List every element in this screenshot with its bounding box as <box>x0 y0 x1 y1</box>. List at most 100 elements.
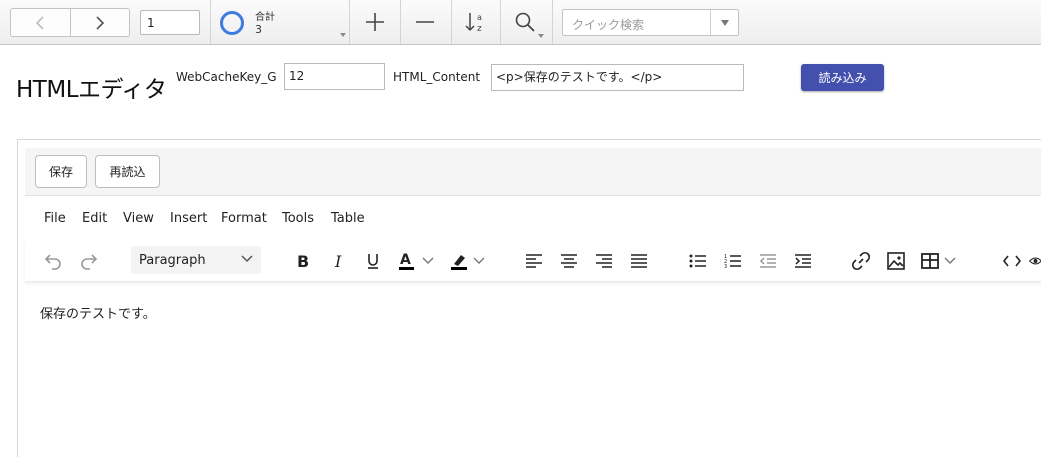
increase-indent-button[interactable] <box>790 248 816 274</box>
reload-button[interactable]: 再読込 <box>95 155 160 188</box>
menu-format[interactable]: Format <box>221 211 267 226</box>
underline-button[interactable] <box>360 248 386 274</box>
preview-button[interactable] <box>1029 248 1041 274</box>
record-number-input[interactable] <box>140 10 200 35</box>
eye-icon <box>1029 257 1041 265</box>
next-record-button[interactable] <box>69 9 130 36</box>
menu-insert[interactable]: Insert <box>170 211 207 226</box>
text-color-icon: A <box>399 252 414 270</box>
undo-icon <box>44 254 61 270</box>
new-record-button[interactable] <box>352 4 398 40</box>
menu-table[interactable]: Table <box>331 211 365 226</box>
svg-text:I: I <box>334 252 342 270</box>
undo-button[interactable] <box>40 248 66 274</box>
toolbar-divider <box>552 0 553 44</box>
menu-tools[interactable]: Tools <box>282 211 314 226</box>
menu-file[interactable]: File <box>44 211 66 226</box>
webcachekey-label: WebCacheKey_G <box>176 70 277 84</box>
quick-search-placeholder: クイック検索 <box>572 18 645 32</box>
highlight-color-dropdown[interactable] <box>472 248 486 274</box>
toolbar-divider <box>210 0 211 44</box>
chevron-right-icon <box>96 15 104 30</box>
italic-button[interactable]: I <box>326 248 352 274</box>
underline-icon <box>368 254 378 269</box>
webcachekey-field[interactable]: 12 <box>284 63 385 90</box>
source-code-button[interactable] <box>999 248 1025 274</box>
record-progress-ring-icon <box>220 11 244 35</box>
caret-down-icon <box>340 33 346 37</box>
highlight-color-button[interactable] <box>446 248 472 274</box>
toolbar-divider <box>451 0 452 44</box>
bold-button[interactable]: B <box>290 248 316 274</box>
align-left-icon <box>526 254 542 268</box>
plus-icon <box>366 13 384 31</box>
align-center-icon <box>561 254 577 268</box>
svg-text:3: 3 <box>724 264 727 269</box>
block-format-value: Paragraph <box>139 253 206 268</box>
delete-record-button[interactable] <box>402 4 448 40</box>
svg-text:B: B <box>297 252 309 270</box>
svg-text:a: a <box>477 13 482 22</box>
top-toolbar: 合計 3 a z <box>0 0 1041 45</box>
quick-search-dropdown-button[interactable] <box>710 10 738 35</box>
align-right-button[interactable] <box>591 248 617 274</box>
insert-image-button[interactable] <box>883 248 909 274</box>
insert-table-button[interactable] <box>917 248 943 274</box>
indent-icon <box>795 254 811 268</box>
text-color-button[interactable]: A <box>394 248 420 274</box>
toolbar-divider <box>500 0 501 44</box>
caret-down-icon <box>538 34 544 38</box>
editor-menubar: File Edit View Insert Format Tools Table <box>25 204 1041 234</box>
svg-text:A: A <box>400 252 411 268</box>
find-button[interactable] <box>502 4 548 40</box>
insert-table-dropdown[interactable] <box>943 248 957 274</box>
align-right-icon <box>596 254 612 268</box>
code-icon <box>1002 255 1022 267</box>
editor-body-text[interactable]: 保存のテストです。 <box>40 303 156 322</box>
total-count: 3 <box>255 23 262 36</box>
highlighter-icon <box>451 255 467 270</box>
align-left-button[interactable] <box>521 248 547 274</box>
chevron-down-icon <box>241 255 253 263</box>
chevron-down-icon <box>422 257 434 264</box>
save-button[interactable]: 保存 <box>35 155 87 188</box>
numbered-list-icon: 1 2 3 <box>724 254 741 269</box>
table-icon <box>921 253 939 269</box>
menu-view[interactable]: View <box>123 211 154 226</box>
redo-icon <box>81 254 98 270</box>
menu-edit[interactable]: Edit <box>82 211 107 226</box>
insert-link-button[interactable] <box>848 248 874 274</box>
sort-az-icon: a z <box>465 13 482 34</box>
minus-icon <box>416 21 434 23</box>
align-center-button[interactable] <box>556 248 582 274</box>
previous-record-button[interactable] <box>11 9 70 36</box>
bullet-list-button[interactable] <box>685 248 711 274</box>
sort-button[interactable]: a z <box>453 4 499 40</box>
chevron-down-icon <box>944 257 956 264</box>
italic-icon: I <box>334 252 342 270</box>
align-justify-button[interactable] <box>626 248 652 274</box>
search-icon <box>515 12 535 32</box>
align-justify-icon <box>631 254 647 268</box>
image-icon <box>887 252 905 270</box>
decrease-indent-button[interactable] <box>755 248 781 274</box>
numbered-list-button[interactable]: 1 2 3 <box>720 248 746 274</box>
web-viewer: 保存 再読込 File Edit View Insert Format Tool… <box>17 139 1041 457</box>
toolbar-divider <box>400 0 401 44</box>
redo-button[interactable] <box>76 248 102 274</box>
block-format-select[interactable]: Paragraph <box>131 246 261 274</box>
quick-search-field[interactable]: クイック検索 <box>562 9 739 36</box>
bullet-list-icon <box>689 254 706 268</box>
total-label: 合計 <box>255 12 275 23</box>
record-navigation <box>10 8 130 37</box>
record-total-indicator[interactable]: 合計 3 <box>218 6 348 40</box>
text-color-dropdown[interactable] <box>421 248 435 274</box>
link-icon <box>851 251 871 271</box>
html-content-label: HTML_Content <box>393 70 481 84</box>
caret-down-icon <box>720 19 729 26</box>
chevron-down-icon <box>473 257 485 264</box>
html-content-field[interactable]: <p>保存のテストです。</p> <box>491 64 744 91</box>
load-button[interactable]: 読み込み <box>801 64 884 91</box>
chevron-left-icon <box>36 15 44 30</box>
outdent-icon <box>759 254 776 268</box>
